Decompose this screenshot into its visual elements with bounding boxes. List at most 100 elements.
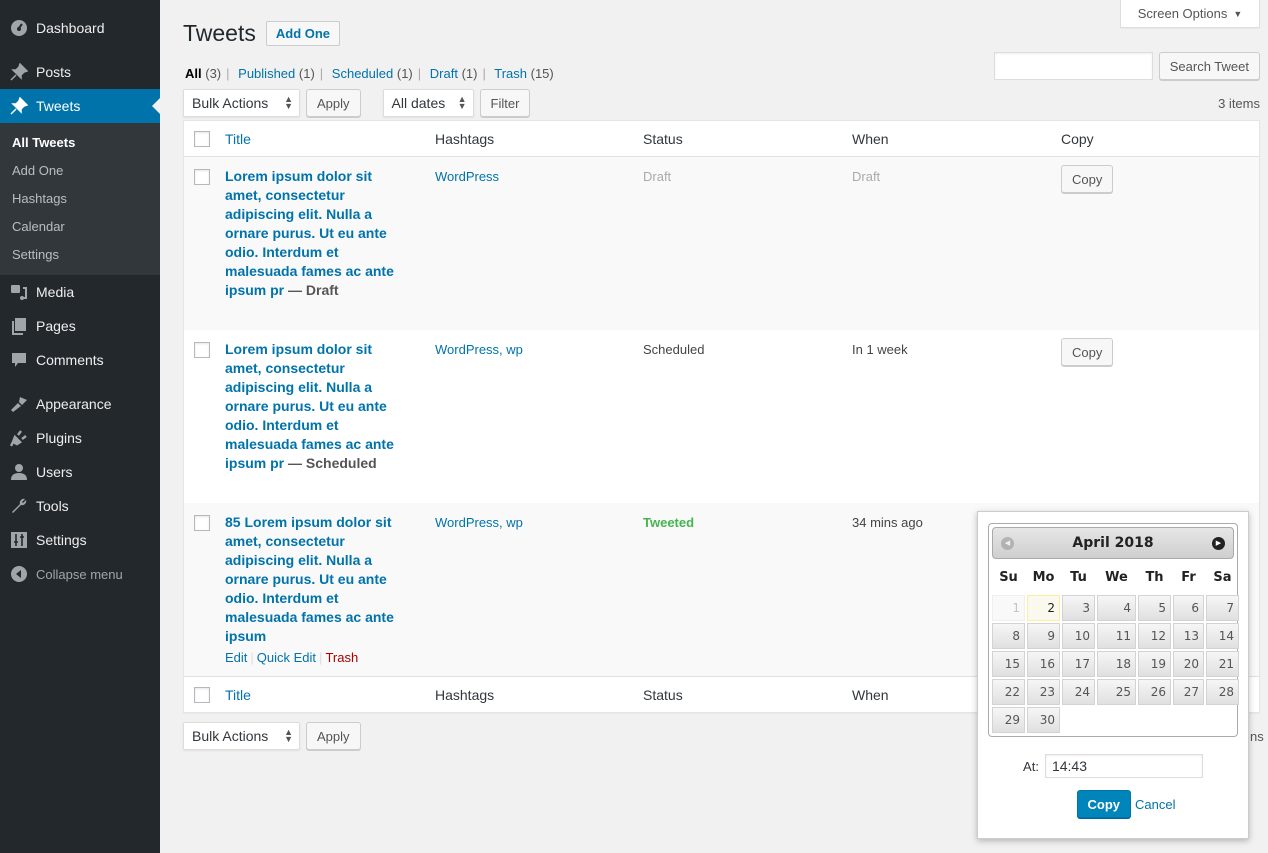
sidebar-item-pages[interactable]: Pages (0, 309, 160, 343)
copy-button[interactable]: Copy (1061, 165, 1114, 193)
calendar-day[interactable]: 26 (1138, 679, 1171, 705)
view-all[interactable]: All (3) (185, 66, 221, 81)
calendar-day[interactable]: 22 (992, 679, 1025, 705)
view-scheduled[interactable]: Scheduled (1) (332, 66, 413, 81)
hashtag-link[interactable]: WordPress (435, 169, 499, 184)
calendar-day[interactable]: 12 (1138, 623, 1171, 649)
calendar-day[interactable]: 24 (1062, 679, 1095, 705)
add-one-button[interactable]: Add One (265, 21, 341, 46)
sidebar-item-settings[interactable]: Settings (0, 523, 160, 557)
screen-options-button[interactable]: Screen Options ▼ (1120, 0, 1260, 28)
prev-month-icon[interactable]: ◀ (1001, 536, 1014, 550)
pages-icon (10, 317, 28, 335)
calendar-day[interactable]: 10 (1062, 623, 1095, 649)
submenu-calendar[interactable]: Calendar (0, 213, 160, 241)
popup-copy-button[interactable]: Copy (1076, 790, 1132, 818)
bulk-actions-select-bottom[interactable]: Bulk Actions ▲ ▼ (183, 722, 300, 750)
calendar-day[interactable]: 6 (1173, 595, 1204, 621)
calendar-day[interactable]: 8 (992, 623, 1025, 649)
calendar-day[interactable]: 7 (1206, 595, 1239, 621)
quick-edit-link[interactable]: Quick Edit (257, 650, 316, 665)
calendar-day[interactable]: 9 (1027, 623, 1060, 649)
view-trash[interactable]: Trash (15) (494, 66, 554, 81)
hashtag-link[interactable]: WordPress, wp (435, 515, 523, 530)
calendar-day[interactable]: 29 (992, 707, 1025, 733)
select-arrows-icon: ▲ ▼ (284, 94, 293, 111)
sidebar-item-dashboard[interactable]: Dashboard (0, 11, 160, 45)
at-label: At: (1023, 758, 1039, 774)
row-checkbox[interactable] (194, 515, 210, 531)
sidebar-item-plugins[interactable]: Plugins (0, 421, 160, 455)
tweet-title-link[interactable]: Lorem ipsum dolor sit amet, consectetur … (225, 340, 405, 473)
edit-link[interactable]: Edit (225, 650, 247, 665)
sidebar-item-posts[interactable]: Posts (0, 55, 160, 89)
search-input[interactable] (993, 52, 1153, 80)
view-draft[interactable]: Draft (1) (430, 66, 478, 81)
calendar-day[interactable]: 30 (1027, 707, 1060, 733)
column-hashtags: Hashtags (435, 686, 495, 703)
apply-button[interactable]: Apply (306, 89, 361, 117)
calendar-day[interactable]: 27 (1173, 679, 1204, 705)
sidebar-item-label: Posts (36, 64, 72, 80)
calendar-day[interactable]: 2 (1027, 595, 1060, 621)
calendar-day[interactable]: 28 (1206, 679, 1239, 705)
next-month-icon[interactable]: ▶ (1211, 536, 1225, 550)
collapse-menu-button[interactable]: Collapse menu (0, 557, 160, 591)
when-text: In 1 week (852, 342, 908, 357)
apply-button-bottom[interactable]: Apply (306, 722, 361, 750)
dashboard-icon (10, 19, 28, 37)
status-text: Scheduled (643, 342, 705, 357)
sidebar-item-users[interactable]: Users (0, 455, 160, 489)
trash-link[interactable]: Trash (325, 650, 358, 665)
copy-button[interactable]: Copy (1061, 338, 1114, 366)
calendar-day[interactable]: 14 (1206, 623, 1239, 649)
submenu-all-tweets[interactable]: All Tweets (0, 129, 160, 157)
row-checkbox[interactable] (194, 342, 210, 358)
calendar-day[interactable]: 15 (992, 651, 1025, 677)
calendar-day[interactable]: 5 (1138, 595, 1171, 621)
sidebar-item-label: Pages (36, 318, 76, 334)
column-title[interactable]: Title (225, 687, 251, 703)
sidebar-item-tools[interactable]: Tools (0, 489, 160, 523)
calendar-day[interactable]: 25 (1097, 679, 1136, 705)
calendar-day[interactable]: 18 (1097, 651, 1136, 677)
tweet-title-link[interactable]: Lorem ipsum dolor sit amet, consectetur … (225, 167, 405, 300)
calendar-day[interactable]: 17 (1062, 651, 1095, 677)
calendar-day[interactable]: 13 (1173, 623, 1204, 649)
sidebar-item-media[interactable]: Media (0, 275, 160, 309)
calendar-day[interactable]: 19 (1138, 651, 1171, 677)
popup-cancel-link[interactable]: Cancel (1135, 797, 1175, 812)
weekday-header: Sa (1213, 570, 1232, 585)
sidebar-item-tweets[interactable]: Tweets (0, 89, 160, 123)
time-input[interactable]: 14:43 (1044, 754, 1203, 778)
pin-icon (10, 63, 28, 81)
calendar-day[interactable]: 3 (1062, 595, 1095, 621)
select-all-checkbox[interactable] (194, 130, 210, 147)
sidebar-item-comments[interactable]: Comments (0, 343, 160, 377)
view-published[interactable]: Published (1) (238, 66, 315, 81)
calendar-day[interactable]: 21 (1206, 651, 1239, 677)
dates-select[interactable]: All dates ▲ ▼ (382, 89, 474, 117)
submenu-hashtags[interactable]: Hashtags (0, 185, 160, 213)
calendar-day[interactable]: 23 (1027, 679, 1060, 705)
calendar-day[interactable]: 11 (1097, 623, 1136, 649)
filter-button[interactable]: Filter (479, 89, 531, 117)
bulk-actions-select[interactable]: Bulk Actions ▲ ▼ (183, 89, 300, 117)
popup-actions: Copy Cancel (978, 790, 1248, 818)
row-checkbox[interactable] (194, 169, 210, 185)
sidebar-item-appearance[interactable]: Appearance (0, 387, 160, 421)
search-tweet-button[interactable]: Search Tweet (1158, 52, 1260, 80)
calendar-day[interactable]: 4 (1097, 595, 1136, 621)
column-title[interactable]: Title (225, 131, 251, 147)
submenu-add-one[interactable]: Add One (0, 157, 160, 185)
select-arrows-icon: ▲ ▼ (284, 727, 293, 744)
hashtag-link[interactable]: WordPress, wp (435, 342, 523, 357)
sidebar-item-label: Tweets (36, 98, 81, 114)
tweet-title-link[interactable]: 85 Lorem ipsum dolor sit amet, consectet… (225, 513, 405, 646)
select-all-checkbox[interactable] (194, 686, 210, 703)
calendar-day[interactable]: 16 (1027, 651, 1060, 677)
page-title: Tweets (183, 20, 256, 46)
submenu-settings[interactable]: Settings (0, 241, 160, 269)
month-label: April 2018 (1072, 535, 1154, 551)
calendar-day[interactable]: 20 (1173, 651, 1204, 677)
